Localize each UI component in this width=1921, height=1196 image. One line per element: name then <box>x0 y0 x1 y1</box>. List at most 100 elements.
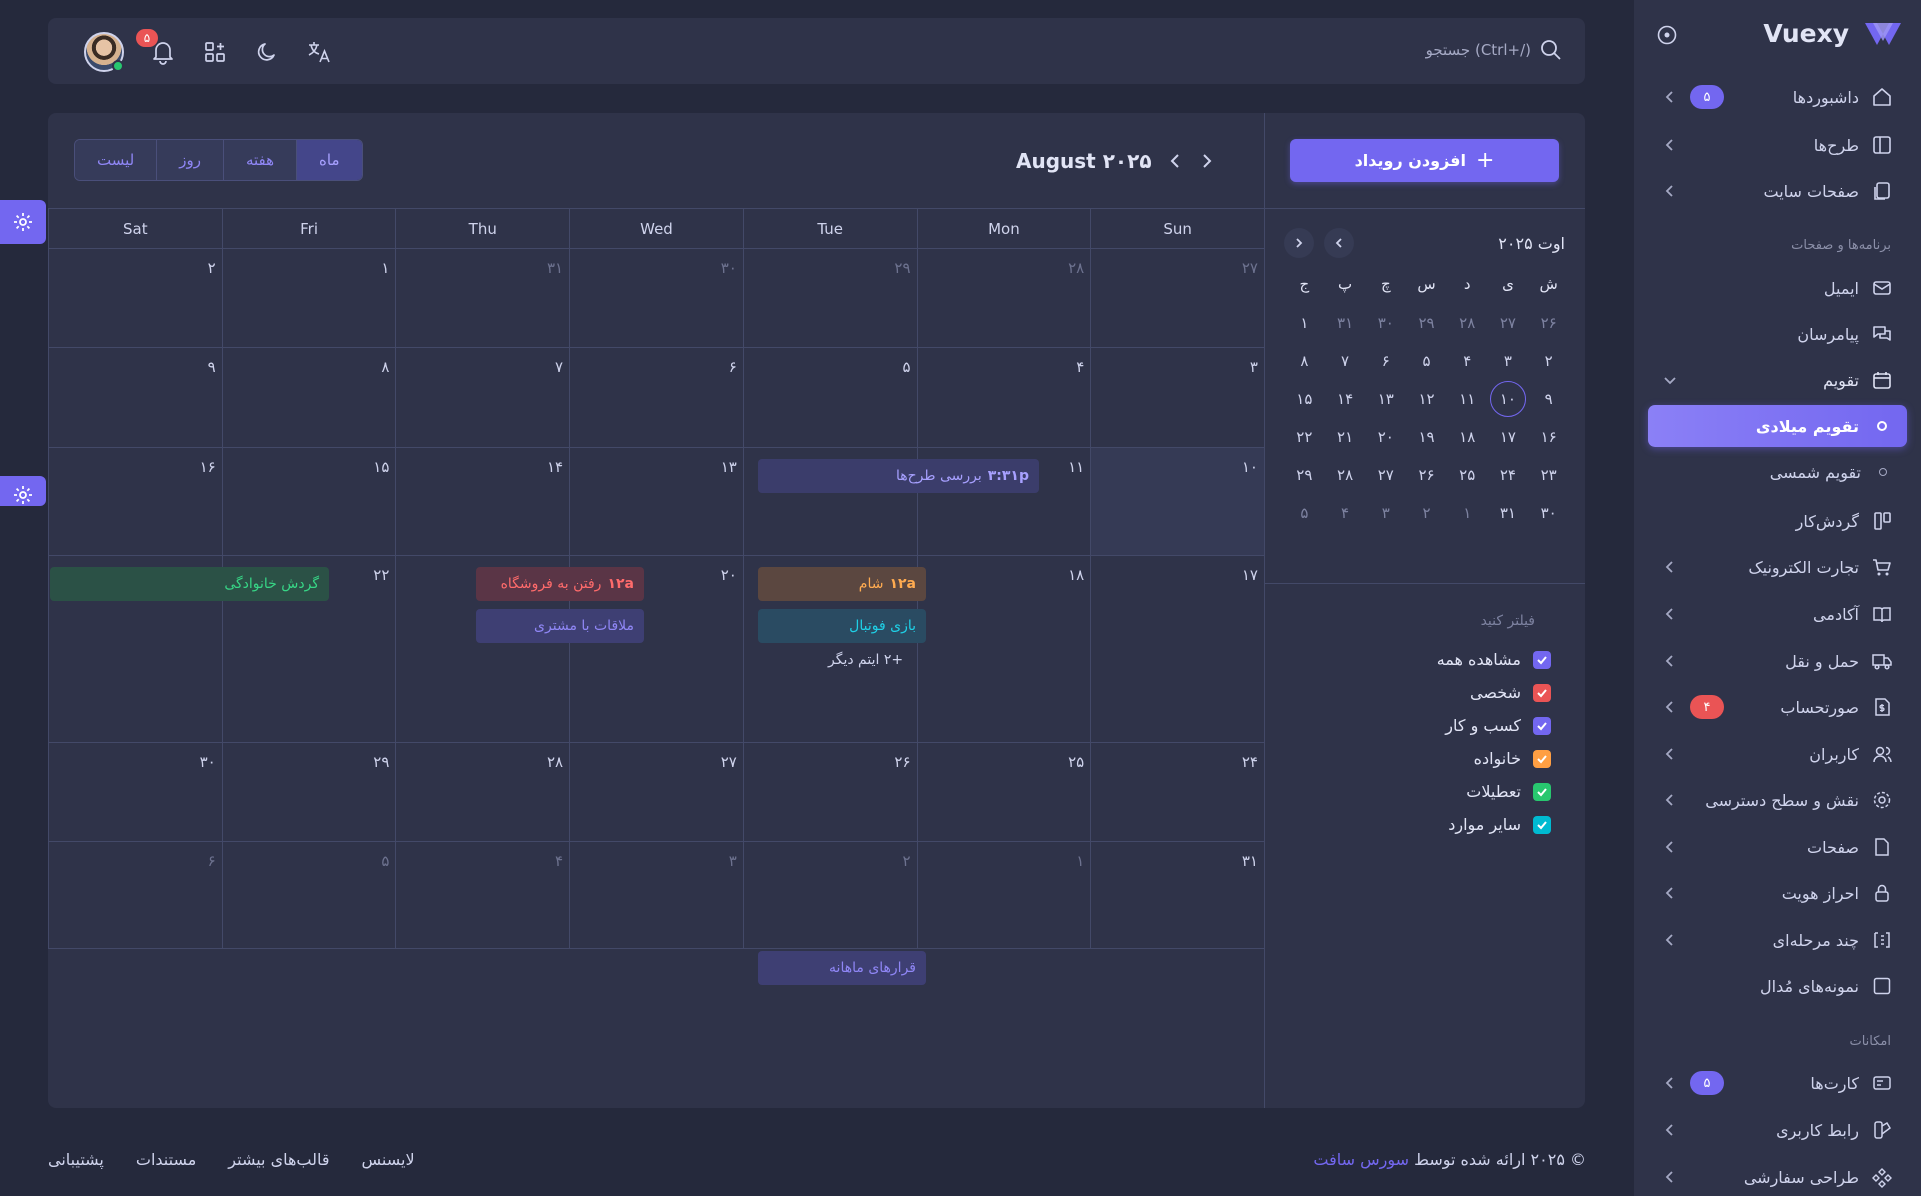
day-number[interactable]: ۹ <box>208 358 216 376</box>
day-cell[interactable]: ۲ <box>48 249 222 347</box>
filter-item[interactable]: کسب و کار <box>1437 709 1551 742</box>
next-month-icon[interactable] <box>1198 152 1216 170</box>
day-number[interactable]: ۲۴ <box>1242 753 1258 771</box>
day-cell-today[interactable]: ۱۰ <box>1090 448 1264 555</box>
notifications-button[interactable]: ۵ <box>136 29 176 65</box>
customizer-button-secondary[interactable] <box>0 476 46 506</box>
mini-day[interactable]: ۱۸ <box>1447 418 1488 456</box>
day-number[interactable]: ۷ <box>555 358 563 376</box>
mini-day[interactable]: ۵ <box>1284 494 1325 532</box>
filter-item[interactable]: سایر موارد <box>1437 808 1551 841</box>
mini-day[interactable]: ۱۲ <box>1406 380 1447 418</box>
day-number[interactable]: ۲۹ <box>894 259 910 277</box>
sidebar-item-dashboards[interactable]: داشبوردها ۵ <box>1648 76 1907 118</box>
mini-day[interactable]: ۱۳ <box>1365 380 1406 418</box>
day-cell[interactable]: ۳۰ <box>569 249 743 347</box>
day-cell[interactable]: ۹ <box>48 348 222 447</box>
checkbox-checked-icon[interactable] <box>1533 683 1551 702</box>
view-day-button[interactable]: روز <box>156 140 223 180</box>
day-number[interactable]: ۲۸ <box>547 753 563 771</box>
mini-day[interactable]: ۶ <box>1365 342 1406 380</box>
day-cell[interactable]: ۶ <box>48 842 222 948</box>
day-number[interactable]: ۶ <box>208 852 216 870</box>
filter-item[interactable]: تعطیلات <box>1437 775 1551 808</box>
day-number[interactable]: ۱۱ <box>1068 458 1084 476</box>
mini-day[interactable]: ۲۰ <box>1365 418 1406 456</box>
day-cell[interactable]: ۴ <box>916 348 1091 447</box>
checkbox-checked-icon[interactable] <box>1533 749 1551 768</box>
day-number[interactable]: ۴ <box>555 852 563 870</box>
mini-next-button[interactable] <box>1284 228 1314 258</box>
mini-day[interactable]: ۵ <box>1406 342 1447 380</box>
day-cell[interactable]: ۵ <box>742 348 917 447</box>
day-number[interactable]: ۱۷ <box>1242 566 1258 584</box>
checkbox-checked-icon[interactable] <box>1533 815 1551 834</box>
mini-prev-button[interactable] <box>1324 228 1354 258</box>
mini-day[interactable]: ۳۱ <box>1488 494 1529 532</box>
mini-day[interactable]: ۹ <box>1528 380 1569 418</box>
sidebar-toggle-icon[interactable] <box>1656 24 1678 46</box>
checkbox-checked-icon[interactable] <box>1533 650 1551 669</box>
day-number[interactable]: ۲ <box>902 852 910 870</box>
sidebar-item-academy[interactable]: آکادمی <box>1648 593 1907 635</box>
day-number[interactable]: ۲۷ <box>721 753 737 771</box>
mini-day[interactable]: ۲۸ <box>1447 304 1488 342</box>
sidebar-item-auth[interactable]: احراز هویت <box>1648 872 1907 914</box>
search-trigger[interactable]: جستجو (Ctrl+/) <box>1426 38 1563 62</box>
day-number[interactable]: ۳ <box>729 852 737 870</box>
day-cell[interactable]: ۲۷ <box>569 743 743 841</box>
sidebar-item-modals[interactable]: نمونه‌های مُدال <box>1648 965 1907 1007</box>
brand-link[interactable]: سورس سافت <box>1313 1150 1409 1169</box>
day-cell[interactable]: ۱۴ <box>395 448 569 555</box>
day-number[interactable]: ۳۱ <box>547 259 563 277</box>
sidebar-item-calendar[interactable]: تقویم <box>1648 359 1907 401</box>
sidebar-item-site-pages[interactable]: صفحات سایت <box>1648 170 1907 212</box>
day-number[interactable]: ۳ <box>1250 358 1258 376</box>
day-cell[interactable]: ۲۹ <box>221 743 396 841</box>
day-number[interactable]: ۱۵ <box>373 458 389 476</box>
more-events-link[interactable]: +۲ ایتم دیگر <box>828 652 903 668</box>
day-cell[interactable]: ۲۵ <box>916 743 1091 841</box>
add-event-button[interactable]: + افزودن رویداد <box>1290 139 1559 182</box>
mini-day[interactable]: ۷ <box>1325 342 1366 380</box>
sidebar-item-invoice[interactable]: صورتحساب ۴ <box>1648 686 1907 728</box>
mini-day[interactable]: ۲۲ <box>1284 418 1325 456</box>
event-meet-client[interactable]: ملاقات با مشتری <box>476 609 644 643</box>
day-number[interactable]: ۳۱ <box>1242 852 1258 870</box>
sidebar-item-jalali-calendar[interactable]: تقویم شمسی <box>1648 451 1907 493</box>
mini-day[interactable]: ۲ <box>1528 342 1569 380</box>
day-number[interactable]: ۱۶ <box>200 458 216 476</box>
sidebar-item-layouts[interactable]: طرح‌ها <box>1648 124 1907 166</box>
sidebar-item-pages[interactable]: صفحات <box>1648 826 1907 868</box>
day-cell[interactable]: ۲۴ <box>1090 743 1264 841</box>
mini-day[interactable]: ۲۳ <box>1528 456 1569 494</box>
day-cell[interactable]: ۳ <box>569 842 743 948</box>
sidebar-item-ui[interactable]: رابط کاربری <box>1648 1109 1907 1151</box>
mini-day[interactable]: ۴ <box>1325 494 1366 532</box>
filter-item[interactable]: مشاهده همه <box>1437 643 1551 676</box>
mini-day[interactable]: ۱۶ <box>1528 418 1569 456</box>
day-number[interactable]: ۴ <box>1076 358 1084 376</box>
mini-day[interactable]: ۳۰ <box>1528 494 1569 532</box>
day-cell[interactable]: ۱۳ <box>569 448 743 555</box>
mini-day[interactable]: ۲۸ <box>1325 456 1366 494</box>
day-cell[interactable]: ۶ <box>569 348 743 447</box>
mini-day[interactable]: ۳۱ <box>1325 304 1366 342</box>
day-number[interactable]: ۲۹ <box>373 753 389 771</box>
day-cell[interactable]: ۳۱ <box>1090 842 1264 948</box>
footer-link-docs[interactable]: مستندات <box>136 1150 196 1169</box>
day-cell[interactable]: ۱۷ <box>1090 556 1264 742</box>
day-cell[interactable]: ۲۸ <box>916 249 1091 347</box>
filter-item[interactable]: خانواده <box>1437 742 1551 775</box>
sidebar-item-cards[interactable]: کارت‌ها ۵ <box>1648 1062 1907 1104</box>
checkbox-checked-icon[interactable] <box>1533 782 1551 801</box>
view-list-button[interactable]: لیست <box>75 140 157 180</box>
day-cell[interactable]: ۲۶ <box>742 743 917 841</box>
mini-day[interactable]: ۲۶ <box>1528 304 1569 342</box>
mini-day[interactable]: ۲۹ <box>1284 456 1325 494</box>
mini-day[interactable]: ۲۶ <box>1406 456 1447 494</box>
mini-day[interactable]: ۲۴ <box>1488 456 1529 494</box>
prev-month-icon[interactable] <box>1166 152 1184 170</box>
sidebar-item-gregorian-calendar[interactable]: تقویم میلادی <box>1648 405 1907 447</box>
footer-link-support[interactable]: پشتیبانی <box>48 1150 104 1169</box>
